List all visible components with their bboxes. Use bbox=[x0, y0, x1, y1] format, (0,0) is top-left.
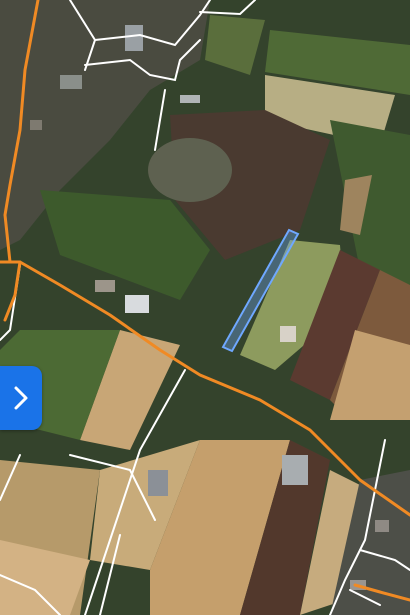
expand-panel-button[interactable] bbox=[0, 366, 42, 430]
building bbox=[280, 326, 296, 342]
building bbox=[60, 75, 82, 89]
building bbox=[282, 455, 308, 485]
building bbox=[30, 120, 42, 130]
building bbox=[148, 470, 168, 496]
building bbox=[180, 95, 200, 103]
building bbox=[375, 520, 389, 532]
building bbox=[125, 295, 149, 313]
chevron-right-icon bbox=[14, 386, 28, 410]
satellite-map[interactable] bbox=[0, 0, 410, 615]
quarry bbox=[148, 138, 232, 202]
building bbox=[125, 25, 143, 51]
map-imagery bbox=[0, 0, 410, 615]
building bbox=[95, 280, 115, 292]
